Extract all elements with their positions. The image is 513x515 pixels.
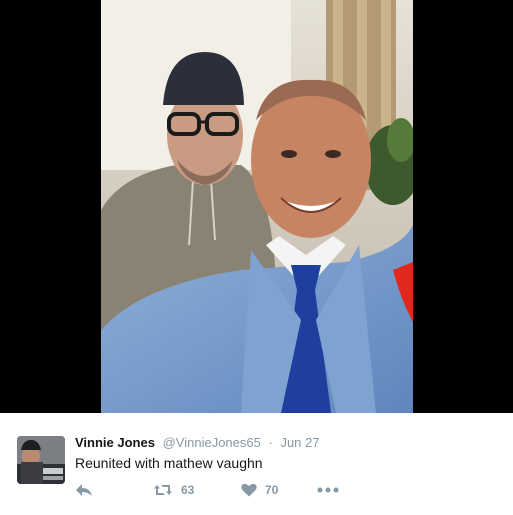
more-dots-icon [317,487,339,493]
display-name[interactable]: Vinnie Jones [75,435,155,450]
retweet-icon [154,485,172,495]
tweet-text: Reunited with mathew vaughn [75,455,263,471]
like-button[interactable]: 70 [241,483,317,497]
reply-button[interactable] [75,483,153,497]
avatar-picture [17,436,65,484]
user-handle[interactable]: @VinnieJones65 [163,435,261,450]
avatar[interactable] [17,436,65,484]
tweet-actions: 63 70 [75,481,339,499]
tweet-media[interactable] [0,0,513,413]
heart-icon [241,483,257,497]
selfie-photo[interactable] [101,0,413,413]
like-count: 70 [265,483,279,497]
selfie-photo-drawing [101,0,413,413]
tweet-header: Vinnie Jones @VinnieJones65 · Jun 27 [75,435,319,451]
retweet-button[interactable]: 63 [153,483,241,497]
retweet-count: 63 [181,483,195,497]
tweet-card: Vinnie Jones @VinnieJones65 · Jun 27 Reu… [0,413,513,515]
separator-dot: · [268,435,273,450]
tweet-date[interactable]: Jun 27 [280,435,319,450]
reply-icon [76,484,92,496]
more-button[interactable] [317,487,339,493]
